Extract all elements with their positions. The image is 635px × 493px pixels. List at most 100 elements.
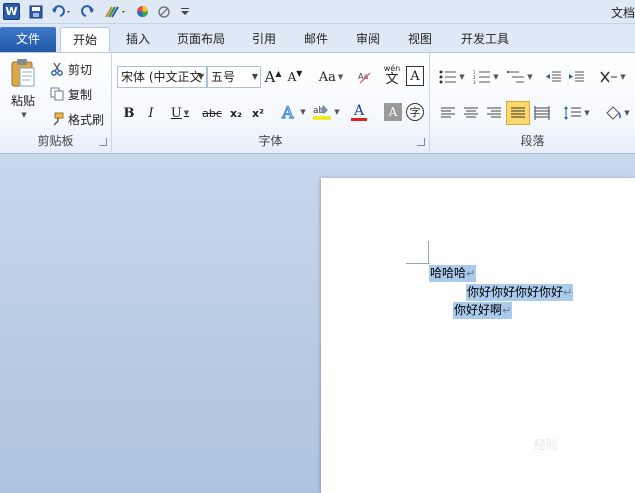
increase-indent-icon[interactable]	[567, 67, 587, 87]
copy-icon	[50, 87, 64, 101]
tab-mailings[interactable]: 邮件	[298, 27, 334, 52]
change-case-glyph: Aa	[318, 69, 336, 85]
subscript-button[interactable]: x₂	[226, 103, 246, 123]
clipboard-launcher-icon[interactable]	[99, 138, 107, 146]
tab-references[interactable]: 引用	[246, 27, 282, 52]
character-border-button[interactable]: A	[406, 66, 424, 86]
tab-view[interactable]: 视图	[402, 27, 438, 52]
chevron-down-icon: ▼	[183, 109, 190, 117]
font-color-glyph: A	[353, 102, 365, 119]
chevron-down-icon: ▼	[197, 72, 204, 81]
chevron-down-icon: ▼	[251, 72, 258, 81]
multilevel-list-button[interactable]: ▼	[504, 67, 536, 87]
numbering-button[interactable]: 123 ▼	[470, 67, 502, 87]
format-painter-button[interactable]: 格式刷	[50, 109, 110, 129]
shading-button[interactable]: ▼	[602, 103, 632, 123]
chevron-down-icon: ▼	[300, 108, 306, 116]
word-logo-icon[interactable]: W	[3, 3, 20, 20]
superscript-glyph: x²	[252, 106, 264, 120]
strikethrough-button[interactable]: abc	[200, 103, 224, 123]
cut-button[interactable]: 剪切	[50, 59, 108, 79]
font-color-button[interactable]: A	[344, 101, 374, 123]
italic-button[interactable]: I	[142, 103, 160, 123]
margin-corner-mark	[428, 241, 429, 264]
chevron-down-icon: ▼	[527, 73, 533, 81]
shrink-font-button[interactable]: A ▼	[286, 67, 304, 87]
chevron-down-icon: ▼	[620, 73, 626, 81]
document-line-text: 哈哈哈	[430, 266, 467, 280]
paint-bucket-icon	[606, 106, 622, 120]
grow-font-button[interactable]: A ▲	[264, 67, 282, 87]
undo-icon[interactable]	[49, 2, 75, 21]
clear-format-icon[interactable]	[155, 2, 173, 21]
chevron-down-icon: ▼	[459, 73, 465, 81]
align-center-icon[interactable]	[461, 103, 481, 123]
copy-button[interactable]: 复制	[50, 84, 108, 104]
document-line[interactable]: 哈哈哈↵	[429, 265, 477, 282]
italic-glyph: I	[148, 105, 154, 121]
bold-button[interactable]: B	[120, 103, 138, 123]
character-shading-button[interactable]: A	[384, 103, 402, 121]
line-spacing-icon	[564, 106, 582, 120]
chevron-down-icon: ▼	[493, 73, 499, 81]
font-group: 宋体 (中文正文 ▼ 五号 ▼ A ▲ A ▼ Aa ▼ Aa wén 文 A B I…	[112, 53, 430, 153]
align-right-icon[interactable]	[484, 103, 504, 123]
change-case-button[interactable]: Aa ▼	[316, 67, 346, 87]
document-line[interactable]: 你好你好你好你好↵	[466, 284, 574, 301]
bullets-button[interactable]: ▼	[436, 67, 468, 87]
paste-dropdown-icon[interactable]: ▼	[21, 111, 26, 119]
tab-review[interactable]: 审阅	[350, 27, 386, 52]
line-spacing-button[interactable]: ▼	[562, 103, 592, 123]
customize-qat-icon[interactable]	[179, 2, 191, 21]
decrease-indent-icon[interactable]	[544, 67, 564, 87]
bullets-icon	[439, 70, 457, 84]
clipboard-group-label: 剪贴板	[37, 134, 74, 148]
font-name-value: 宋体 (中文正文	[121, 70, 202, 84]
tab-file[interactable]: 文件	[0, 27, 56, 52]
distributed-icon[interactable]	[532, 103, 552, 123]
subscript-glyph: x₂	[230, 106, 242, 120]
color-wheel-icon[interactable]	[133, 2, 151, 21]
document-page[interactable]	[321, 178, 635, 493]
font-size-select[interactable]: 五号 ▼	[207, 66, 261, 88]
clear-formatting-icon[interactable]: Aa	[356, 67, 374, 87]
font-launcher-icon[interactable]	[417, 138, 425, 146]
text-effects-button[interactable]: A ▼	[278, 101, 308, 123]
underline-glyph: U	[170, 105, 182, 121]
paragraph-mark: ↵	[502, 304, 512, 317]
tab-developer[interactable]: 开发工具	[455, 27, 515, 52]
paste-button[interactable]: 粘贴 ▼	[4, 57, 42, 119]
paint-brush-icon[interactable]	[102, 2, 130, 21]
enclose-characters-button[interactable]: 字	[406, 103, 424, 121]
highlight-button[interactable]: ab ▼	[310, 101, 342, 123]
underline-button[interactable]: U ▼	[165, 103, 195, 123]
font-group-label: 字体	[258, 134, 283, 148]
redo-icon[interactable]	[79, 2, 97, 21]
svg-text:A: A	[281, 103, 294, 121]
ribbon: 粘贴 ▼ 剪切 复制 格式刷 剪贴板 宋体 (中文正文 ▼ 五号 ▼ A ▲ A ▼…	[0, 52, 635, 154]
tab-home[interactable]: 开始	[60, 27, 110, 52]
chevron-down-icon: ▼	[624, 109, 630, 117]
document-line[interactable]: 你好好啊↵	[453, 302, 513, 319]
tab-insert[interactable]: 插入	[120, 27, 156, 52]
watermark: 经验	[534, 438, 559, 452]
justify-icon[interactable]	[506, 101, 530, 125]
chevron-down-icon: ▼	[584, 109, 590, 117]
asian-layout-button[interactable]: ▼	[598, 67, 628, 87]
paste-label: 粘贴	[10, 93, 35, 108]
document-line-text: 你好好啊	[454, 303, 503, 317]
multilevel-list-icon	[507, 71, 525, 83]
tab-page-layout[interactable]: 页面布局	[172, 27, 230, 52]
clipboard-group: 粘贴 ▼ 剪切 复制 格式刷 剪贴板	[0, 53, 112, 153]
superscript-button[interactable]: x²	[248, 103, 268, 123]
save-icon[interactable]	[27, 2, 45, 21]
font-size-value: 五号	[211, 70, 236, 84]
cut-label: 剪切	[68, 62, 93, 77]
scissors-icon	[51, 62, 63, 76]
enclose-characters-glyph: 字	[409, 106, 421, 119]
align-left-icon[interactable]	[438, 103, 458, 123]
phonetic-guide-button[interactable]: wén 文	[380, 65, 404, 87]
grow-font-glyph: A	[264, 68, 276, 86]
asian-layout-icon	[600, 71, 618, 83]
font-name-select[interactable]: 宋体 (中文正文 ▼	[117, 66, 207, 88]
